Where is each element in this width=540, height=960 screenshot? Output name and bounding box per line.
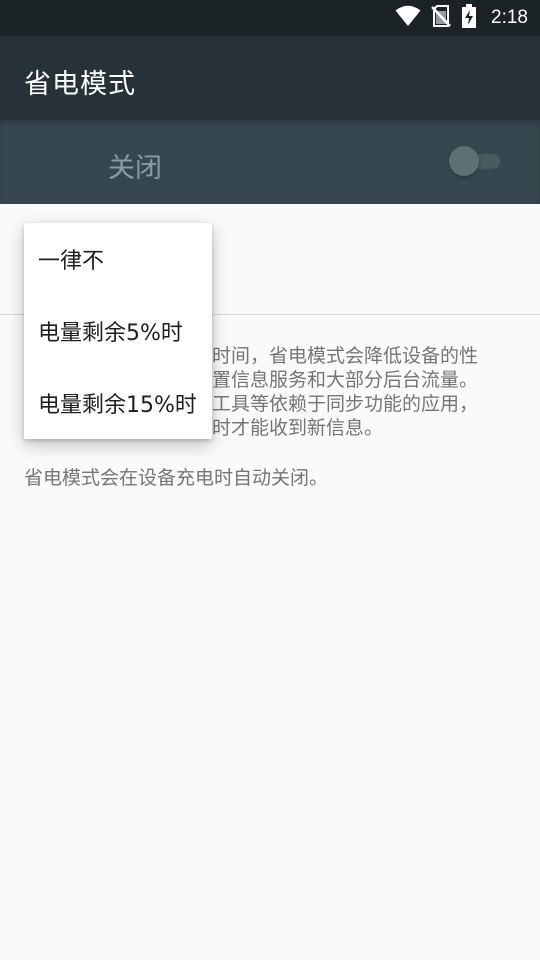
wifi-icon bbox=[395, 5, 421, 31]
menu-item-never[interactable]: 一律不 bbox=[24, 223, 212, 295]
toggle-thumb bbox=[449, 146, 479, 176]
master-switch-label: 关闭 bbox=[108, 153, 162, 184]
status-bar: 2:18 bbox=[0, 0, 540, 36]
battery-saver-toggle[interactable] bbox=[448, 145, 502, 177]
app-bar: 省电模式 bbox=[0, 36, 540, 120]
battery-charging-icon bbox=[461, 4, 477, 32]
status-icons: 2:18 bbox=[395, 0, 528, 36]
no-sim-icon bbox=[431, 5, 451, 31]
page-title: 省电模式 bbox=[24, 69, 136, 100]
menu-item-at-15-percent[interactable]: 电量剩余15%时 bbox=[24, 367, 212, 439]
status-time: 2:18 bbox=[491, 7, 528, 28]
menu-item-at-5-percent[interactable]: 电量剩余5%时 bbox=[24, 295, 212, 367]
auto-off-note: 省电模式会在设备充电时自动关闭。 bbox=[24, 467, 329, 489]
auto-turn-on-dropdown-menu: 一律不 电量剩余5%时 电量剩余15%时 bbox=[24, 223, 212, 439]
